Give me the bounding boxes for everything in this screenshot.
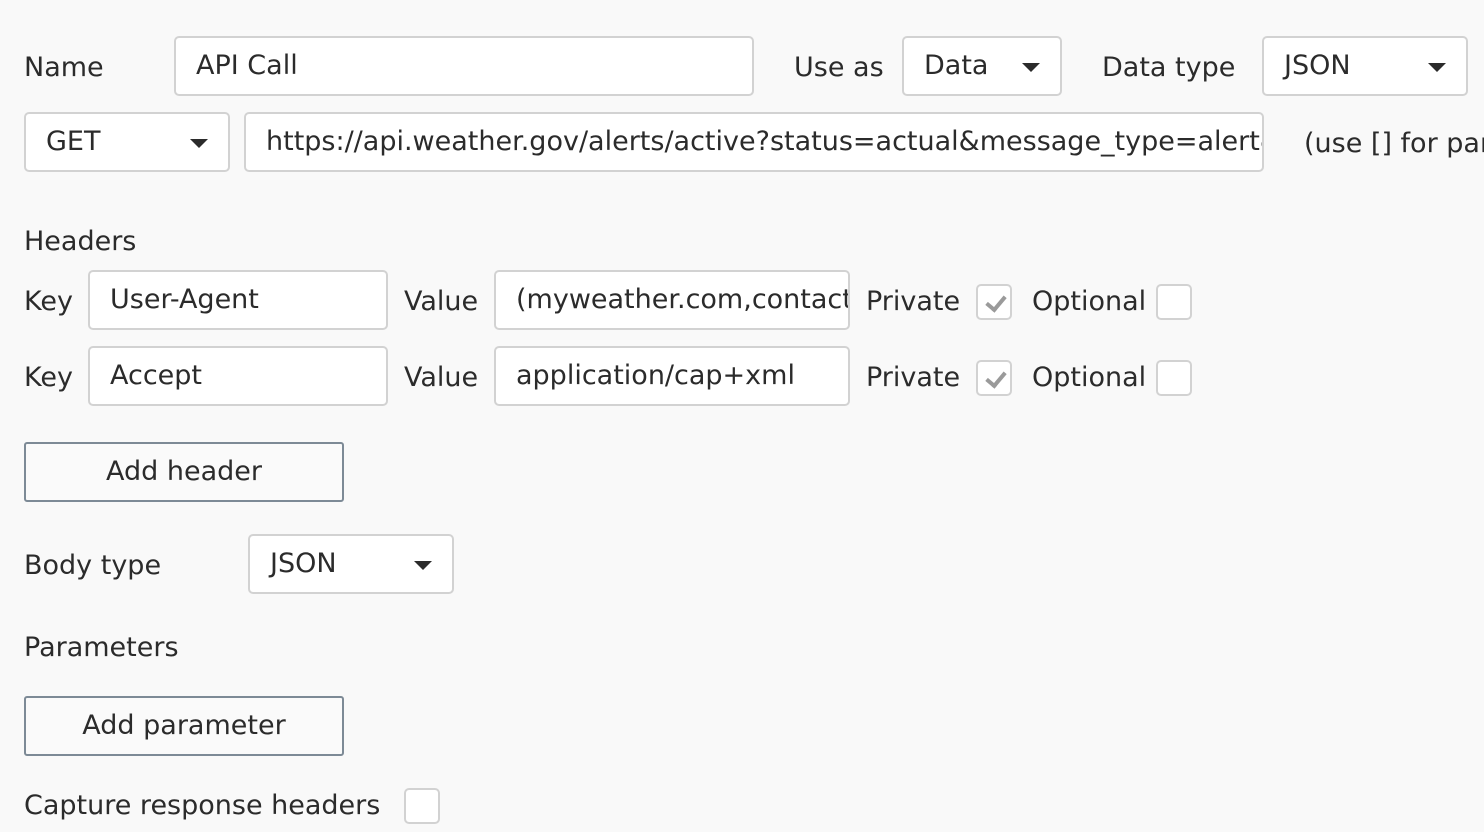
header-private-checkbox[interactable]: [976, 360, 1012, 396]
header-key-input[interactable]: Accept: [88, 346, 388, 406]
url-input[interactable]: https://api.weather.gov/alerts/active?st…: [244, 112, 1264, 172]
body-type-dropdown[interactable]: JSON: [248, 534, 454, 594]
url-hint: (use [] for parameters): [1304, 128, 1484, 159]
caret-down-icon: [414, 561, 432, 570]
header-value-input[interactable]: (myweather.com,contact@myweather.com): [494, 270, 850, 330]
use-as-label: Use as: [794, 52, 884, 83]
header-optional-checkbox[interactable]: [1156, 360, 1192, 396]
add-parameter-button[interactable]: Add parameter: [24, 696, 344, 756]
capture-headers-checkbox[interactable]: [404, 788, 440, 824]
header-key-label: Key: [24, 286, 73, 317]
header-value-label: Value: [404, 362, 479, 393]
data-type-dropdown[interactable]: JSON: [1262, 36, 1468, 96]
header-value-input[interactable]: application/cap+xml: [494, 346, 850, 406]
caret-down-icon: [190, 139, 208, 148]
caret-down-icon: [1022, 63, 1040, 72]
header-value-label: Value: [404, 286, 479, 317]
body-type-label: Body type: [24, 550, 162, 581]
add-header-button[interactable]: Add header: [24, 442, 344, 502]
method-value: GET: [46, 126, 101, 157]
header-private-checkbox[interactable]: [976, 284, 1012, 320]
use-as-value: Data: [924, 50, 989, 81]
headers-title: Headers: [24, 226, 137, 257]
data-type-value: JSON: [1284, 50, 1351, 81]
method-dropdown[interactable]: GET: [24, 112, 230, 172]
url-hint-clip: (use [] for parameters): [1304, 112, 1484, 172]
header-private-label: Private: [866, 362, 961, 393]
caret-down-icon: [1428, 63, 1446, 72]
header-optional-checkbox[interactable]: [1156, 284, 1192, 320]
header-key-label: Key: [24, 362, 73, 393]
header-key-input[interactable]: User-Agent: [88, 270, 388, 330]
body-type-value: JSON: [270, 548, 337, 579]
header-private-label: Private: [866, 286, 961, 317]
parameters-title: Parameters: [24, 632, 179, 663]
name-input[interactable]: API Call: [174, 36, 754, 96]
data-type-label: Data type: [1102, 52, 1236, 83]
name-label: Name: [24, 52, 104, 83]
header-optional-label: Optional: [1032, 286, 1147, 317]
header-optional-label: Optional: [1032, 362, 1147, 393]
capture-headers-label: Capture response headers: [24, 790, 381, 821]
use-as-dropdown[interactable]: Data: [902, 36, 1062, 96]
